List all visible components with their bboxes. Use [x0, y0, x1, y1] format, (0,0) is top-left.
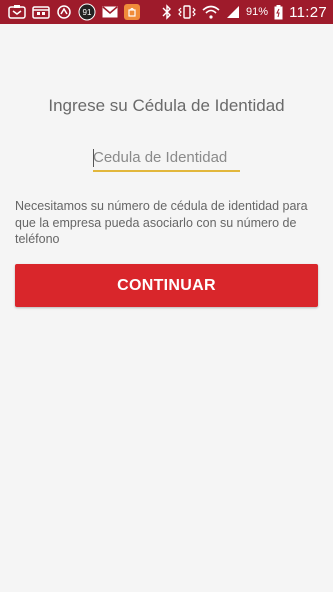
mail-icon [102, 6, 118, 18]
app-notification-icon [8, 5, 26, 19]
vibrate-icon [178, 5, 196, 19]
calendar-icon [32, 5, 50, 19]
help-text: Necesitamos su número de cédula de ident… [15, 199, 308, 246]
store-app-icon [124, 4, 140, 20]
id-field-container [93, 144, 240, 174]
status-bar-notifications: 91 [8, 0, 140, 24]
status-time: 11:27 [289, 3, 327, 21]
status-bar-system: 91% 11:27 [162, 0, 327, 24]
page-title: Ingrese su Cédula de Identidad [48, 96, 285, 115]
battery-icon [274, 4, 283, 20]
counter-badge-icon: 91 [78, 3, 96, 21]
id-number-input[interactable] [93, 144, 240, 172]
wifi-icon [202, 5, 220, 19]
text-cursor [93, 149, 94, 167]
battery-percent: 91% [246, 6, 269, 18]
sync-icon [56, 4, 72, 20]
signal-icon [226, 5, 240, 19]
status-bar: 91 91% 11:27 [0, 0, 333, 24]
svg-text:91: 91 [83, 8, 92, 17]
bluetooth-icon [162, 4, 172, 20]
continue-button[interactable]: CONTINUAR [15, 264, 318, 307]
